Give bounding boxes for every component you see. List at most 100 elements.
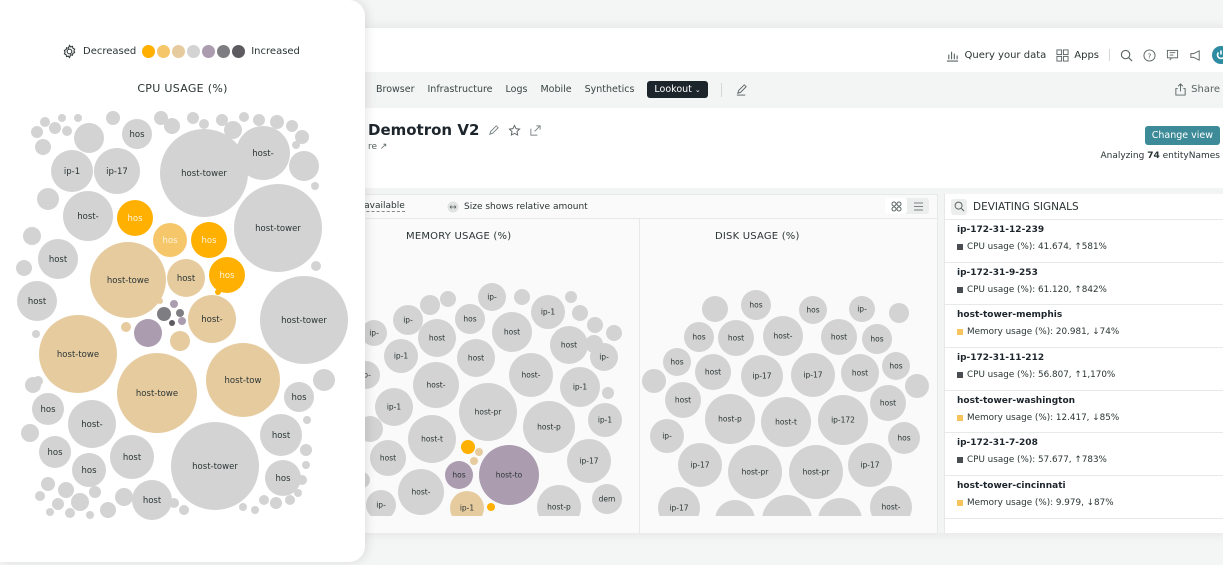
- cpu-bubble[interactable]: [215, 289, 221, 295]
- signal-item[interactable]: ip-172-31-12-239 CPU usage (%): 41.674, ↑…: [945, 220, 1223, 263]
- cpu-bubble-circle[interactable]: [170, 331, 190, 351]
- cpu-bubble-circle[interactable]: [46, 508, 54, 516]
- cpu-bubble[interactable]: [302, 461, 310, 469]
- cpu-bubble-circle[interactable]: [41, 477, 55, 491]
- cpu-bubble[interactable]: [289, 151, 319, 181]
- cpu-bubble-circle[interactable]: [199, 119, 209, 129]
- cpu-bubble-circle[interactable]: [313, 369, 335, 391]
- tab-lookout[interactable]: Lookout ⌄: [647, 81, 708, 98]
- cpu-bubble[interactable]: [251, 506, 259, 514]
- cpu-bubble[interactable]: [239, 503, 247, 511]
- cpu-bubble-circle[interactable]: [170, 300, 178, 308]
- cpu-bubble-circle[interactable]: [292, 141, 300, 149]
- cpu-bubble[interactable]: [303, 416, 311, 424]
- tab-mobile[interactable]: Mobile: [540, 84, 571, 95]
- cpu-bubble-circle[interactable]: [32, 330, 40, 338]
- cpu-bubble[interactable]: [62, 126, 72, 136]
- cpu-bubble-circle[interactable]: [35, 139, 51, 155]
- cpu-bubble-circle[interactable]: [33, 376, 43, 386]
- cpu-bubble-circle[interactable]: [100, 502, 116, 518]
- apps-button[interactable]: Apps: [1056, 48, 1099, 62]
- tab-browser[interactable]: Browser: [376, 84, 415, 95]
- cpu-bubble[interactable]: host-: [188, 295, 236, 343]
- cpu-bubble-circle[interactable]: [289, 151, 319, 181]
- cpu-bubble-circle[interactable]: [285, 495, 295, 505]
- cpu-bubble[interactable]: [270, 497, 282, 509]
- cpu-bubble[interactable]: [169, 320, 175, 326]
- cpu-bubble[interactable]: [178, 317, 186, 325]
- cpu-bubble[interactable]: host-: [236, 126, 290, 180]
- cpu-bubble[interactable]: host-tower: [171, 422, 259, 510]
- cpu-bubble[interactable]: host-: [68, 400, 116, 448]
- megaphone-icon[interactable]: [1189, 49, 1202, 62]
- cpu-bubble[interactable]: [239, 112, 249, 122]
- entity-link[interactable]: re ↗: [368, 142, 387, 152]
- cpu-bubble[interactable]: [65, 508, 75, 518]
- cpu-bubble-circle[interactable]: [302, 461, 310, 469]
- cpu-bubble-circle[interactable]: [294, 489, 302, 497]
- cpu-bubble[interactable]: ip-1: [51, 150, 93, 192]
- star-icon[interactable]: [508, 123, 522, 137]
- cpu-bubble-circle[interactable]: [86, 511, 94, 519]
- cpu-bubble[interactable]: hos: [32, 393, 64, 425]
- cpu-bubble[interactable]: host-towe: [90, 242, 166, 318]
- cpu-bubble[interactable]: [52, 498, 64, 510]
- feedback-icon[interactable]: [1166, 49, 1179, 62]
- cpu-bubble-circle[interactable]: [176, 309, 184, 317]
- cpu-bubble-circle[interactable]: [74, 114, 82, 122]
- cpu-bubble-circle[interactable]: [23, 227, 41, 245]
- cpu-bubble[interactable]: [297, 475, 307, 485]
- cpu-bubble[interactable]: [134, 319, 162, 347]
- cpu-bubble-circle[interactable]: [311, 261, 321, 271]
- cpu-bubble-circle[interactable]: [300, 444, 312, 456]
- cpu-bubble[interactable]: [300, 444, 312, 456]
- cpu-bubble[interactable]: [58, 114, 66, 122]
- cpu-bubble[interactable]: [35, 139, 51, 155]
- user-avatar[interactable]: [1212, 46, 1223, 64]
- cpu-bubble[interactable]: [35, 491, 45, 501]
- cpu-bubble[interactable]: [285, 495, 295, 505]
- cpu-bubble-circle[interactable]: [40, 117, 50, 127]
- query-data-button[interactable]: Query your data: [946, 49, 1046, 62]
- cpu-bubble[interactable]: host-tower: [234, 184, 322, 272]
- cpu-bubble-circle[interactable]: [187, 112, 199, 124]
- cpu-bubble-circle[interactable]: [106, 111, 120, 125]
- cpu-bubble[interactable]: [31, 126, 43, 138]
- cpu-bubble[interactable]: [170, 331, 190, 351]
- cpu-bubble-circle[interactable]: [251, 506, 259, 514]
- cpu-bubble[interactable]: hos: [191, 222, 227, 258]
- cpu-bubble[interactable]: host: [167, 259, 205, 297]
- cpu-bubble-circle[interactable]: [37, 188, 59, 210]
- cpu-bubble[interactable]: [74, 114, 82, 122]
- signal-item[interactable]: ip-172-31-7-208 CPU usage (%): 57.677, ↑7…: [945, 433, 1223, 477]
- cpu-bubble[interactable]: hos: [117, 200, 153, 236]
- cpu-bubble[interactable]: [115, 488, 133, 506]
- cpu-bubble[interactable]: [49, 122, 61, 134]
- cpu-bubble[interactable]: [74, 123, 104, 153]
- cpu-bubble[interactable]: [259, 495, 269, 505]
- signal-item[interactable]: ip-172-31-11-212 CPU usage (%): 56.807, ↑…: [945, 348, 1223, 391]
- cpu-bubble[interactable]: [292, 141, 300, 149]
- cpu-bubble[interactable]: [46, 508, 54, 516]
- cpu-bubble-circle[interactable]: [65, 508, 75, 518]
- cpu-bubble[interactable]: host-tower: [160, 129, 248, 217]
- cpu-bubble[interactable]: hos: [209, 257, 245, 293]
- cpu-bubble[interactable]: [157, 298, 163, 304]
- cpu-bubble[interactable]: host-: [63, 191, 113, 241]
- cpu-bubble[interactable]: [311, 182, 319, 190]
- cpu-bubble[interactable]: host-towe: [117, 353, 197, 433]
- cpu-bubble[interactable]: [32, 330, 40, 338]
- cpu-bubble[interactable]: hos: [72, 453, 106, 487]
- signal-item[interactable]: host-tower-memphis Memory usage (%): 20.9…: [945, 305, 1223, 349]
- cpu-bubble-circle[interactable]: [49, 122, 61, 134]
- cpu-bubble[interactable]: [16, 260, 32, 276]
- cpu-bubble-circle[interactable]: [58, 114, 66, 122]
- cpu-bubble-circle[interactable]: [115, 488, 133, 506]
- help-icon[interactable]: ?: [1143, 48, 1156, 62]
- cpu-bubble[interactable]: [187, 112, 199, 124]
- cpu-bubble-circle[interactable]: [297, 475, 307, 485]
- bubble-view-button[interactable]: [885, 198, 907, 214]
- cpu-bubble[interactable]: hos: [39, 436, 71, 468]
- cpu-bubble[interactable]: host: [110, 435, 154, 479]
- cpu-bubble-circle[interactable]: [178, 317, 186, 325]
